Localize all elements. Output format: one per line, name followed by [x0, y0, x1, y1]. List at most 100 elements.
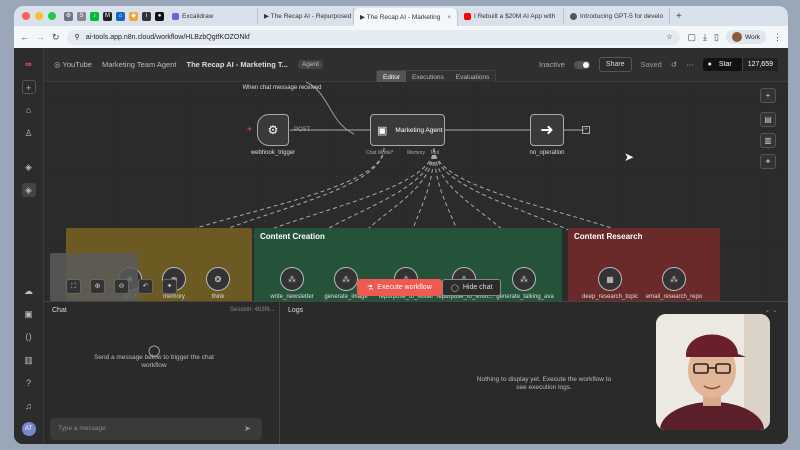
insights-icon[interactable]: ▥ — [22, 353, 36, 367]
github-icon[interactable]: ● — [155, 11, 164, 21]
pinned-tab-icon[interactable]: ⌂ — [116, 11, 125, 21]
zoom-out-button[interactable]: ⊖ — [114, 279, 129, 294]
workflow-icon: ⁂ — [288, 274, 296, 284]
generate-avatar-node[interactable]: ⁂ — [512, 267, 536, 291]
add-trigger-icon[interactable]: + — [247, 124, 252, 134]
user-icon[interactable]: ♙ — [22, 126, 36, 140]
close-tab-icon[interactable]: × — [443, 14, 451, 21]
tab-rebuilt-app[interactable]: I Rebuilt a $20M AI App with — [458, 8, 564, 24]
marketing-agent-node[interactable]: ▣ Marketing Agent — [370, 114, 445, 146]
url-field[interactable]: ⚲ ai-tools.app.n8n.cloud/workflow/HLBzbQg… — [66, 29, 681, 45]
pinned-tab-icon[interactable]: ♪ — [90, 11, 99, 21]
workflow-title[interactable]: The Recap AI - Marketing T... — [186, 60, 287, 69]
webhook-trigger-node[interactable]: ⚙ — [257, 114, 289, 146]
add-icon[interactable]: + — [21, 80, 36, 94]
chat-panel: Chat Session: 4b3f6... ◯ Send a message … — [44, 302, 280, 444]
deep-research-label: deep_research_topic — [581, 294, 639, 300]
tidy-up-button[interactable]: ✦ — [162, 279, 177, 294]
deep-research-node[interactable]: ▦ — [598, 267, 622, 291]
maximize-window-button[interactable] — [48, 12, 56, 20]
chat-empty-message: Send a message below to trigger the chat… — [94, 354, 214, 369]
user-avatar[interactable]: AT — [21, 422, 36, 436]
variables-icon[interactable]: ⟨⟩ — [22, 330, 36, 344]
pinned-tab-icon[interactable]: ◆ — [129, 11, 138, 21]
tab-recap-marketing[interactable]: ▶ The Recap AI - Marketing × — [354, 8, 458, 26]
minimize-window-button[interactable] — [35, 12, 43, 20]
pinned-tab-icon[interactable]: S — [77, 11, 86, 21]
back-icon[interactable]: ← — [20, 32, 29, 42]
trigger-note: When chat message received — [242, 85, 322, 91]
layers-icon[interactable]: ◈ — [22, 160, 36, 174]
workflow-icon: ⁂ — [520, 274, 528, 284]
tab-recap-repurposed[interactable]: ▶ The Recap AI - Repurposed× — [258, 8, 354, 24]
robot-icon: ▣ — [377, 124, 388, 137]
share-button[interactable]: Share — [598, 57, 632, 72]
panel-toggle-button[interactable]: ▥ — [760, 133, 776, 148]
fit-view-button[interactable]: ⛶ — [66, 279, 81, 294]
workflow-canvas[interactable]: When chat message received ⚙ + POST webh… — [44, 82, 788, 301]
no-operation-node[interactable]: ➜ — [530, 114, 564, 146]
webcam-overlay — [656, 314, 770, 430]
site-info-icon[interactable]: ⚲ — [75, 33, 80, 41]
pinned-tab-icon[interactable]: ⚙ — [64, 11, 73, 21]
email-research-node[interactable]: ⁂ — [662, 267, 686, 291]
tab-gpt5[interactable]: Introducing GPT-5 for develo× — [564, 8, 670, 24]
tab-excalidraw[interactable]: Excalidraw — [166, 8, 258, 24]
active-status-label: Inactive — [539, 60, 565, 69]
tool-port: Tool — [430, 150, 440, 156]
webhook-icon: ⚙ — [267, 123, 279, 137]
add-node-button[interactable]: + — [760, 88, 776, 103]
templates-icon[interactable]: ▣ — [22, 307, 36, 321]
help-icon[interactable]: ? — [22, 376, 36, 390]
generate-image-node[interactable]: ⁂ — [334, 267, 358, 291]
memory-label: memory — [163, 294, 185, 300]
ai-assistant-button[interactable]: ✦ — [760, 154, 776, 169]
profile-button[interactable]: Work — [725, 30, 766, 44]
bookmark-star-icon[interactable]: ☆ — [666, 33, 672, 41]
chat-icon: ◯ — [451, 284, 459, 292]
download-icon[interactable]: ⤓ — [703, 32, 707, 43]
breadcrumb[interactable]: ◎ YouTube — [54, 60, 92, 69]
workflow-tag[interactable]: Agent — [297, 60, 323, 69]
forward-icon[interactable]: → — [36, 32, 45, 42]
cloud-icon[interactable]: ☁ — [22, 284, 36, 298]
hide-chat-button[interactable]: ◯ Hide chat — [442, 279, 502, 296]
browser-menu-icon[interactable]: ⋮ — [773, 32, 782, 43]
execute-workflow-button[interactable]: ⚗ Execute workflow — [357, 279, 442, 296]
more-options-icon[interactable]: ⋯ — [686, 60, 694, 69]
star-label: ● Star — [707, 61, 732, 68]
n8n-logo[interactable]: ∞ — [22, 57, 36, 71]
send-icon[interactable]: ➤ — [244, 424, 251, 433]
team-breadcrumb[interactable]: Marketing Team Agent — [102, 60, 177, 69]
flask-icon: ⚗ — [367, 284, 374, 292]
project-icon[interactable]: ◈ — [21, 183, 36, 197]
extensions-icon[interactable]: ▢ — [687, 32, 696, 43]
close-window-button[interactable] — [22, 12, 30, 20]
workflow-header: ◎ YouTube Marketing Team Agent The Recap… — [44, 48, 788, 85]
session-id: Session: 4b3f6... — [230, 307, 275, 313]
active-toggle[interactable] — [573, 60, 590, 69]
zoom-in-button[interactable]: ⊕ — [90, 279, 105, 294]
pinned-tab-icon[interactable]: M — [103, 11, 112, 21]
sidebar-toggle-icon[interactable]: ▯ — [714, 32, 719, 43]
profile-avatar — [731, 32, 742, 42]
sticky-note-button[interactable]: ▤ — [760, 112, 776, 127]
pinned-tab-icon[interactable]: i — [142, 11, 151, 21]
undo-button[interactable]: ↶ — [138, 279, 153, 294]
github-star-button[interactable]: ● Star 127,659 — [702, 58, 778, 71]
panel-controls-icon[interactable]: ⌄ ⌄ — [764, 306, 778, 314]
content-creation-title: Content Creation — [260, 232, 325, 241]
new-tab-button[interactable]: + — [670, 11, 688, 22]
logs-title: Logs — [288, 307, 304, 314]
home-icon[interactable]: ⌂ — [22, 103, 36, 117]
think-node[interactable]: ❂ — [206, 267, 230, 291]
history-icon[interactable]: ↺ — [671, 60, 677, 69]
add-node-icon[interactable]: + — [582, 126, 590, 134]
memory-port: Memory — [407, 150, 426, 156]
brain-icon: ❂ — [214, 274, 222, 284]
reload-icon[interactable]: ↻ — [52, 32, 60, 43]
workflow-icon: ⁂ — [342, 274, 350, 284]
notifications-icon[interactable]: ♫ — [22, 399, 36, 413]
chat-input[interactable]: Type a message — [50, 418, 262, 440]
write-newsletter-node[interactable]: ⁂ — [280, 267, 304, 291]
